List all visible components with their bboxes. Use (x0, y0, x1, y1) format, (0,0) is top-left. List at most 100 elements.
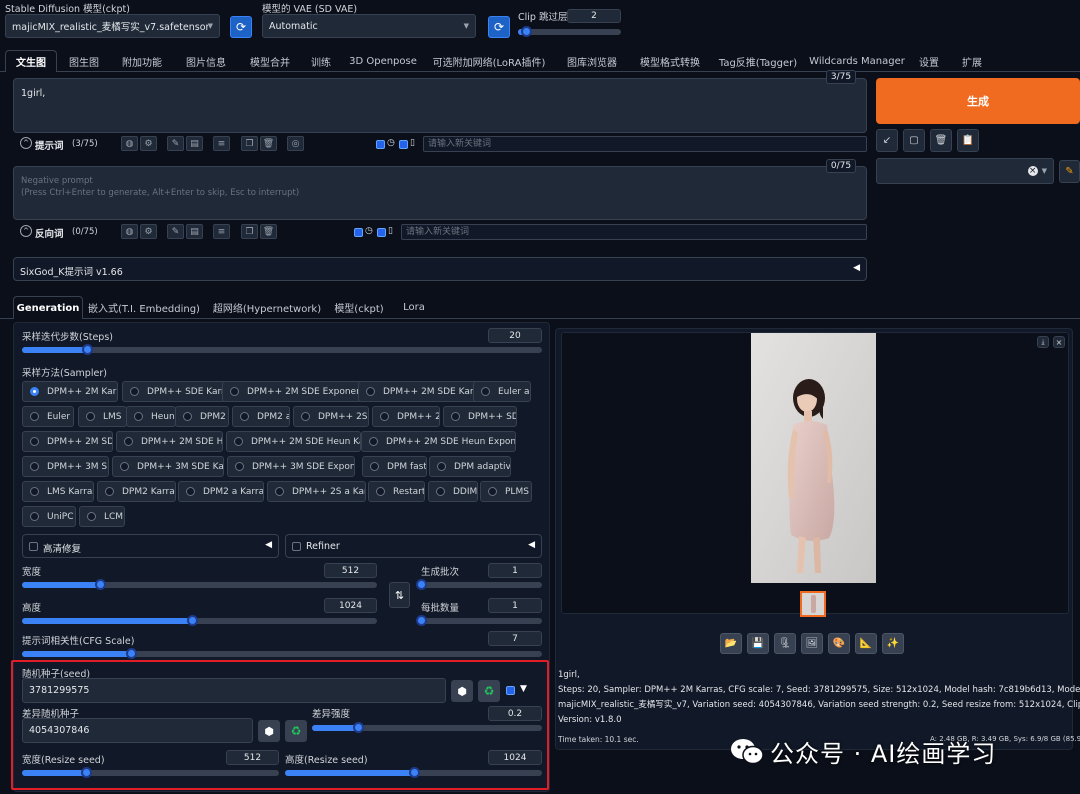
cfg-value[interactable]: 7 (488, 631, 542, 646)
sampler-option[interactable]: Euler (22, 406, 74, 427)
height-slider[interactable] (22, 615, 377, 626)
reuse-seed-button[interactable]: ♻ (478, 680, 500, 702)
sampler-option[interactable]: DPM++ 2M SDE Exponential (222, 381, 375, 402)
tab-wildcards[interactable]: Wildcards Manager (809, 50, 905, 72)
copy-icon[interactable]: ❐ (241, 224, 258, 239)
resize-width-slider[interactable] (22, 767, 279, 778)
sparkle-icon[interactable]: ✨ (882, 633, 904, 654)
sampler-option[interactable]: DPM2 (175, 406, 229, 427)
paste-icon[interactable]: ▤ (186, 136, 203, 151)
sampler-option[interactable]: DPM2 a Karras (178, 481, 264, 502)
sampler-option[interactable]: DPM fast (362, 456, 427, 477)
collapse-icon[interactable]: ^ (20, 225, 32, 237)
subtab-lora[interactable]: Lora (398, 296, 430, 319)
sampler-option[interactable]: DPM++ 2M SDE Heun (116, 431, 223, 452)
sampler-option[interactable]: DPM adaptive (429, 456, 511, 477)
tab-tagger[interactable]: Tag反推(Tagger) (718, 50, 798, 72)
palette-icon[interactable]: 🎨 (828, 633, 850, 654)
sampler-option[interactable]: DPM2 a (232, 406, 290, 427)
cfg-slider[interactable] (22, 648, 542, 659)
tab-txt2img[interactable]: 文生图 (5, 50, 57, 72)
edit-icon[interactable]: ✎ (167, 224, 184, 239)
collapse-icon[interactable]: ^ (20, 137, 32, 149)
keyword-checkbox[interactable] (376, 140, 385, 149)
clipboard-icon[interactable]: ▢ (903, 129, 925, 152)
pencil-icon[interactable]: ✎ (1059, 160, 1080, 183)
tab-img2img[interactable]: 图生图 (62, 50, 106, 72)
height-value[interactable]: 1024 (324, 598, 377, 613)
globe-icon[interactable]: ◍ (121, 136, 138, 151)
sampler-option[interactable]: DPM++ 3M SDE Karras (112, 456, 224, 477)
sampler-option[interactable]: DPM++ 2M SDE Heun Karras (226, 431, 361, 452)
random-variation-seed-button[interactable]: ⬢ (258, 720, 280, 742)
save-icon[interactable]: 💾 (747, 633, 769, 654)
sampler-option[interactable]: DPM++ 2M SDE (22, 431, 113, 452)
reuse-variation-seed-button[interactable]: ♻ (285, 720, 307, 742)
batch-size-slider[interactable] (416, 615, 542, 626)
resize-height-slider[interactable] (285, 767, 542, 778)
gear-icon[interactable]: ⚙ (140, 224, 157, 239)
sampler-option[interactable]: DPM++ 2M (372, 406, 440, 427)
tab-merge[interactable]: 模型合并 (242, 50, 298, 72)
variation-seed-input[interactable]: 4054307846 (22, 718, 253, 743)
ruler-icon[interactable]: 📐 (855, 633, 877, 654)
notes-icon[interactable]: 📋 (957, 129, 979, 152)
sampler-option[interactable]: LCM (79, 506, 125, 527)
sampler-option[interactable]: UniPC (22, 506, 76, 527)
tab-png-info[interactable]: 图片信息 (178, 50, 234, 72)
copy-icon[interactable]: ❐ (241, 136, 258, 151)
generate-button[interactable]: 生成 (876, 78, 1080, 124)
sampler-option[interactable]: LMS Karras (22, 481, 94, 502)
subtab-generation[interactable]: Generation (13, 296, 83, 319)
clip-value[interactable]: 2 (567, 9, 621, 23)
ckpt-select[interactable]: majicMIX_realistic_麦橘写实_v7.safetensors [… (5, 14, 220, 38)
swap-dimensions-button[interactable]: ⇅ (389, 582, 410, 608)
subtab-ckpt[interactable]: 模型(ckpt) (333, 296, 385, 319)
arrow-icon[interactable]: ↙ (876, 129, 898, 152)
tab-model-convert[interactable]: 模型格式转换 (634, 50, 706, 72)
tab-extras[interactable]: 附加功能 (114, 50, 170, 72)
refresh-ckpt-button[interactable]: ⟳ (230, 16, 252, 38)
sampler-option[interactable]: Restart (368, 481, 425, 502)
keyword-checkbox-2[interactable] (399, 140, 408, 149)
prompt-textarea[interactable]: 1girl, (13, 78, 867, 133)
zip-icon[interactable]: 🗜 (774, 633, 796, 654)
tab-openpose[interactable]: 3D Openpose (349, 50, 417, 72)
styles-select[interactable]: × ▼ (876, 158, 1054, 184)
trash-icon[interactable]: 🗑 (260, 136, 277, 151)
sampler-option[interactable]: DPM++ 3M SDE Exponential (227, 456, 355, 477)
tab-train[interactable]: 训练 (305, 50, 337, 72)
sampler-option[interactable]: LMS (78, 406, 127, 427)
seed-input[interactable]: 3781299575 (22, 678, 446, 703)
width-value[interactable]: 512 (324, 563, 377, 578)
gear-icon[interactable]: ⚙ (140, 136, 157, 151)
edit-icon[interactable]: ✎ (167, 136, 184, 151)
variation-strength-value[interactable]: 0.2 (488, 706, 542, 721)
sampler-option[interactable]: DPM++ 3M SDE (22, 456, 109, 477)
refiner-accordion[interactable]: Refiner ◀ (285, 534, 542, 558)
hires-checkbox[interactable] (29, 542, 38, 551)
tab-extensions[interactable]: 扩展 (954, 50, 990, 72)
extra-seed-checkbox[interactable] (506, 686, 515, 695)
sampler-option[interactable]: PLMS (480, 481, 532, 502)
list-icon[interactable]: ≡ (213, 224, 230, 239)
triangle-down-icon[interactable]: ▼ (520, 684, 527, 694)
sixgod-accordion[interactable]: SixGod_K提示词 v1.66 ◀ (13, 257, 867, 281)
keyword-checkbox-2[interactable] (377, 228, 386, 237)
vae-select[interactable]: Automatic ▼ (262, 14, 476, 38)
download-icon[interactable]: ⤓ (1037, 336, 1049, 348)
tab-gallery[interactable]: 图库浏览器 (560, 50, 624, 72)
trash-icon[interactable]: 🗑 (260, 224, 277, 239)
clear-icon[interactable]: × (1027, 166, 1038, 176)
keyword-checkbox[interactable] (354, 228, 363, 237)
variation-strength-slider[interactable] (312, 722, 542, 733)
random-seed-button[interactable]: ⬢ (451, 680, 473, 702)
generated-image[interactable] (751, 333, 876, 583)
folder-icon[interactable]: 📂 (720, 633, 742, 654)
steps-value[interactable]: 20 (488, 328, 542, 343)
refresh-vae-button[interactable]: ⟳ (488, 16, 510, 38)
hires-fix-accordion[interactable]: 高清修复 ◀ (22, 534, 279, 558)
batch-count-value[interactable]: 1 (488, 563, 542, 578)
sampler-option[interactable]: Euler a (473, 381, 531, 402)
sampler-option[interactable]: DPM++ 2M SDE Karras (358, 381, 490, 402)
